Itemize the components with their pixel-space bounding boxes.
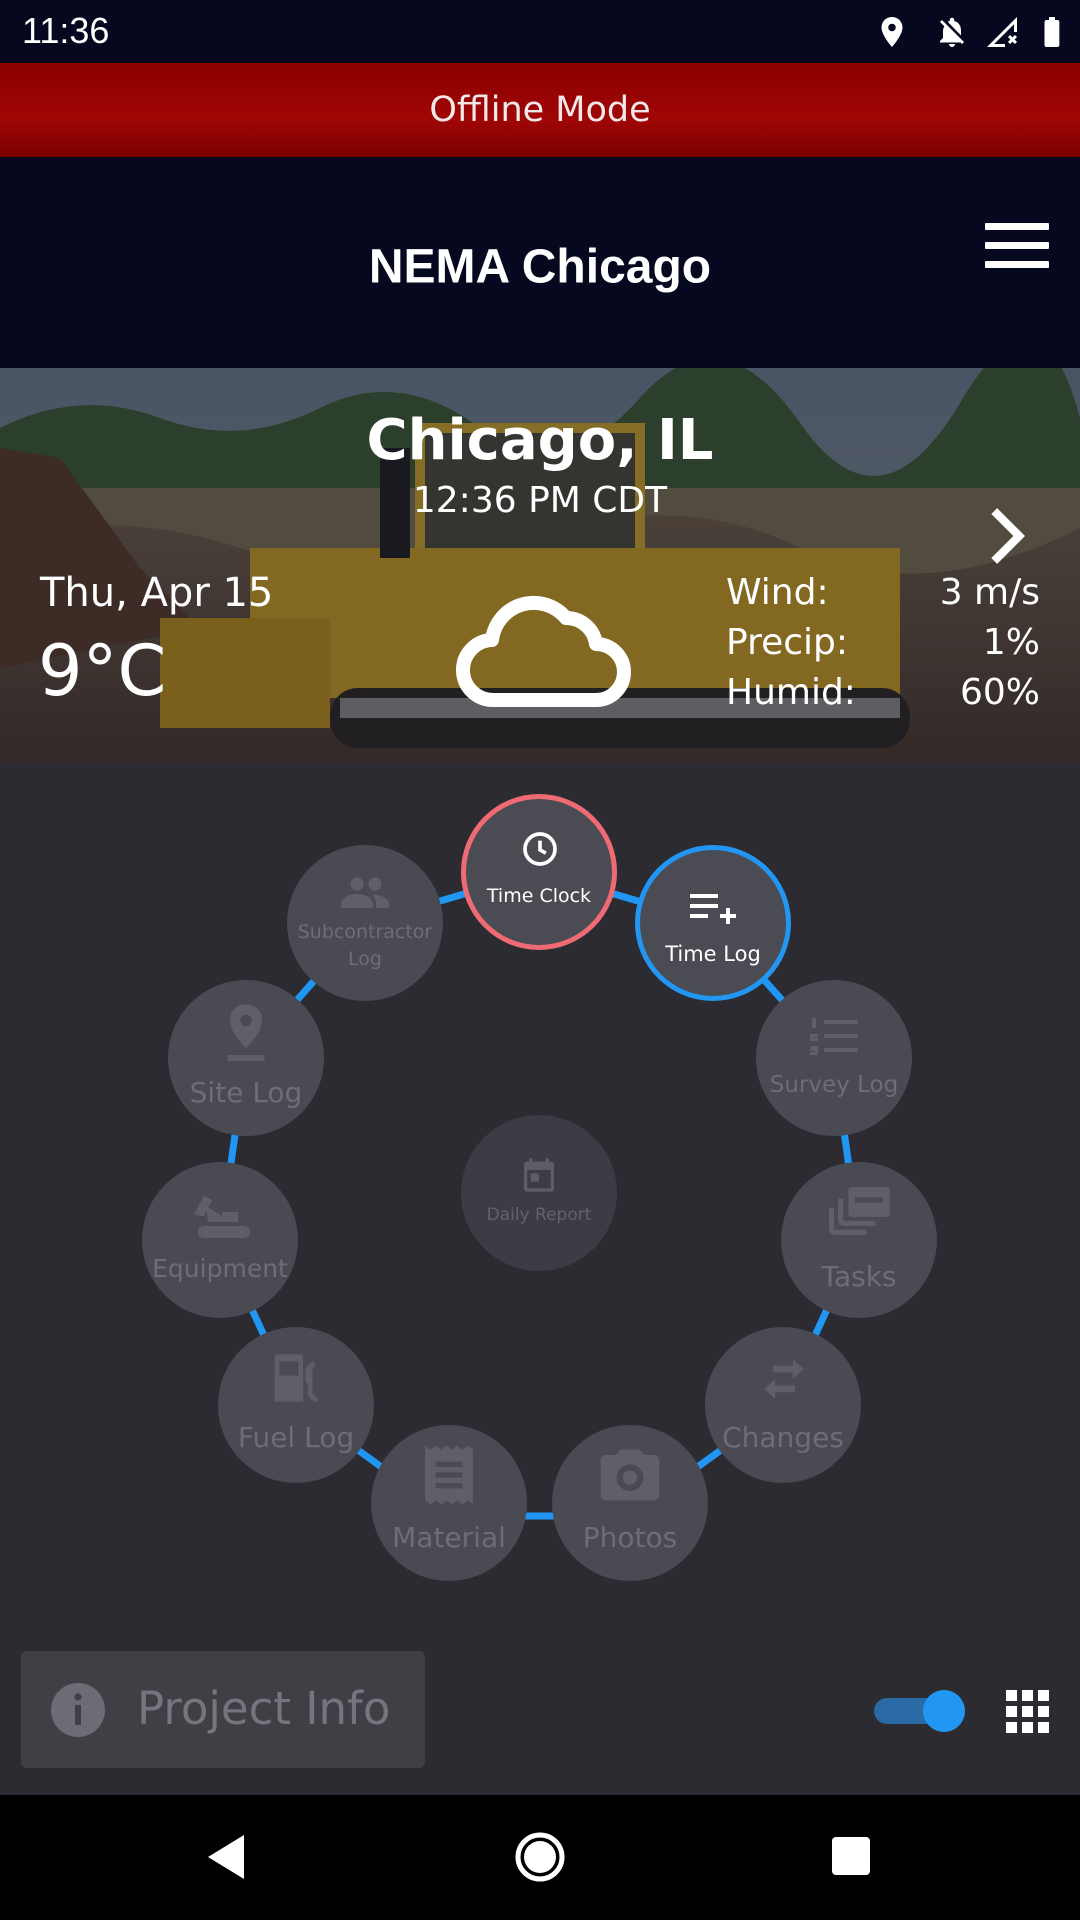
material-label: Material bbox=[392, 1521, 506, 1554]
weather-city: Chicago, IL bbox=[366, 408, 714, 473]
fuel-pump-icon bbox=[274, 1354, 318, 1402]
layers-icon bbox=[829, 1187, 890, 1235]
time-log-button[interactable]: Time Log bbox=[635, 845, 791, 1001]
time-clock-label: Time Clock bbox=[486, 885, 592, 907]
site-log-button[interactable]: Site Log bbox=[168, 980, 324, 1136]
fuel-log-label: Fuel Log bbox=[237, 1421, 355, 1454]
survey-log-button[interactable]: Survey Log bbox=[756, 980, 912, 1136]
weather-temperature: 9°C bbox=[38, 630, 167, 712]
material-button[interactable]: Material bbox=[371, 1425, 527, 1581]
tasks-label: Tasks bbox=[821, 1260, 897, 1293]
subcontractor-log-button[interactable]: Subcontractor Log bbox=[287, 845, 443, 1001]
weather-panel[interactable]: Chicago, IL 12:36 PM CDT Thu, Apr 15 9°C… bbox=[0, 368, 1080, 762]
receipt-icon bbox=[425, 1445, 473, 1505]
playlist-add-icon bbox=[690, 894, 736, 924]
survey-log-label: Survey Log bbox=[769, 1072, 899, 1098]
excavator-icon bbox=[194, 1196, 250, 1238]
radial-menu: Daily Report Time Clock Time Log Survey … bbox=[0, 762, 1080, 1582]
info-icon bbox=[51, 1683, 105, 1737]
status-bar: 11:36 bbox=[0, 0, 1080, 63]
map-pin-icon bbox=[227, 1004, 265, 1061]
tasks-button[interactable]: Tasks bbox=[781, 1162, 937, 1318]
time-log-label: Time Log bbox=[665, 942, 761, 966]
camera-icon bbox=[600, 1449, 660, 1501]
changes-label: Changes bbox=[722, 1421, 844, 1454]
daily-report-label: Daily Report bbox=[486, 1205, 592, 1225]
wind-value: 3 m/s bbox=[939, 572, 1040, 613]
project-title: NEMA Chicago bbox=[368, 240, 712, 294]
notifications-off-icon bbox=[940, 17, 964, 47]
numbered-list-icon bbox=[810, 1018, 858, 1055]
equipment-label: Equipment bbox=[152, 1254, 288, 1283]
status-time: 11:36 bbox=[22, 10, 110, 51]
photos-button[interactable]: Photos bbox=[552, 1425, 708, 1581]
recents-icon[interactable] bbox=[830, 1835, 872, 1877]
precip-value: 1% bbox=[982, 622, 1040, 663]
changes-button[interactable]: Changes bbox=[705, 1327, 861, 1483]
subcontractor-log-label: Subcontractor Log bbox=[297, 921, 433, 970]
system-navigation-bar bbox=[0, 1795, 1080, 1920]
offline-banner: Offline Mode bbox=[0, 63, 1080, 157]
photos-label: Photos bbox=[582, 1521, 678, 1554]
cloud-icon bbox=[456, 595, 631, 707]
precip-label: Precip: bbox=[726, 622, 849, 663]
view-toggle-switch[interactable] bbox=[874, 1690, 970, 1732]
app-header: NEMA Chicago bbox=[0, 157, 1080, 368]
daily-report-button[interactable]: Daily Report bbox=[461, 1115, 617, 1271]
signal-off-icon bbox=[987, 17, 1017, 47]
project-info-label: Project Info bbox=[137, 1682, 391, 1735]
home-icon[interactable] bbox=[514, 1831, 566, 1883]
chevron-right-icon[interactable] bbox=[988, 508, 1032, 564]
battery-icon bbox=[1044, 17, 1060, 47]
grid-view-icon[interactable] bbox=[1004, 1688, 1052, 1736]
calendar-icon bbox=[524, 1158, 554, 1192]
location-icon bbox=[881, 17, 903, 47]
fuel-log-button[interactable]: Fuel Log bbox=[218, 1327, 374, 1483]
weather-date: Thu, Apr 15 bbox=[40, 570, 274, 616]
people-icon bbox=[341, 877, 389, 908]
humid-label: Humid: bbox=[726, 672, 856, 713]
back-icon[interactable] bbox=[204, 1833, 248, 1881]
swap-arrows-icon bbox=[764, 1359, 804, 1399]
humid-value: 60% bbox=[959, 672, 1040, 713]
project-info-button[interactable]: Project Info bbox=[21, 1651, 425, 1768]
wind-label: Wind: bbox=[726, 572, 829, 613]
site-log-label: Site Log bbox=[189, 1076, 303, 1109]
equipment-button[interactable]: Equipment bbox=[142, 1162, 298, 1318]
clock-icon bbox=[523, 832, 557, 866]
time-clock-button[interactable]: Time Clock bbox=[461, 794, 617, 950]
hamburger-menu-icon[interactable] bbox=[985, 223, 1049, 269]
weather-local-time: 12:36 PM CDT bbox=[412, 480, 668, 521]
